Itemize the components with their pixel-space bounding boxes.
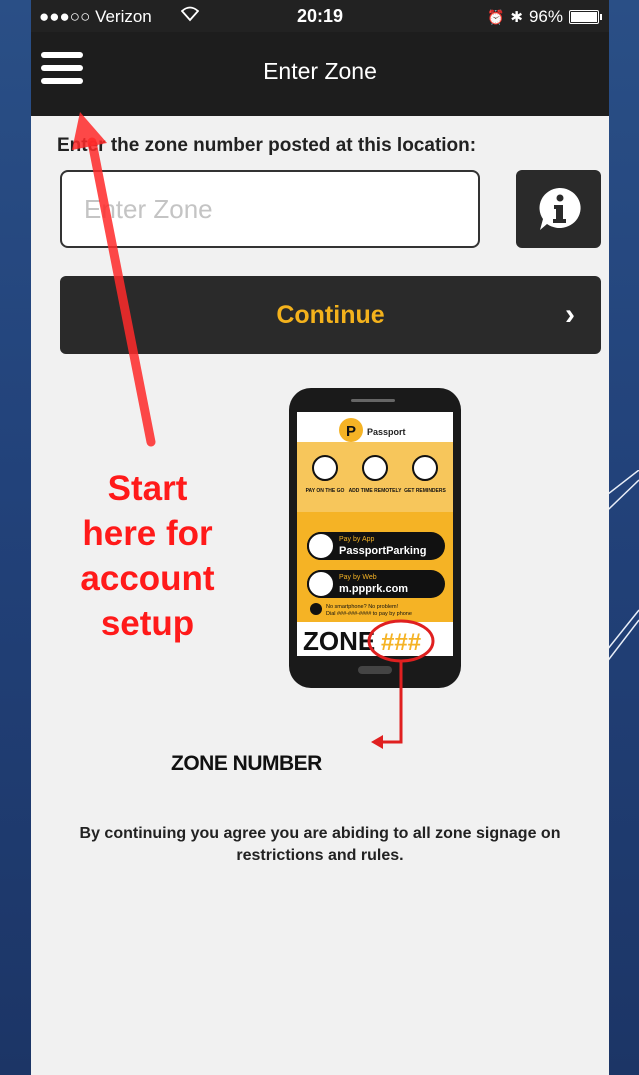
feature-2: ADD TIME REMOTELY xyxy=(349,488,403,494)
nav-bar: Enter Zone xyxy=(31,32,609,116)
feature-3: GET REMINDERS xyxy=(404,488,446,494)
phone-alert-icon xyxy=(412,455,438,481)
zone-number-label: ZONE NUMBER xyxy=(171,752,322,775)
battery-icon xyxy=(569,10,602,24)
annotation-line-3: account xyxy=(80,559,215,598)
annotation-line-2: here for xyxy=(82,514,213,553)
annotation-line-4: setup xyxy=(100,604,195,643)
annotation-text: Start here for account setup xyxy=(65,466,230,646)
chevron-right-icon: › xyxy=(565,298,575,331)
zone-word: ZONE xyxy=(303,626,375,656)
bluetooth-icon: ✱ xyxy=(510,9,523,26)
info-button[interactable] xyxy=(516,170,601,248)
help-line-1: No smartphone? No problem! xyxy=(326,604,399,610)
status-bar: ●●●○○ Verizon 20:19 ⏰ ✱ 96% xyxy=(31,0,609,32)
feature-1: PAY ON THE GO xyxy=(306,488,345,494)
help-line-2: Dial ###-###-#### to pay by phone xyxy=(326,611,412,617)
continue-label: Continue xyxy=(276,300,385,329)
zone-illustration: P Passport PAY ON THE GO ADD TIME REMOTE… xyxy=(289,388,461,749)
svg-text:P: P xyxy=(346,423,356,440)
pay-app-caption: Pay by App xyxy=(339,536,375,543)
pay-web-caption: Pay by Web xyxy=(339,574,377,581)
terms-disclaimer: By continuing you agree you are abiding … xyxy=(79,825,561,864)
walk-icon xyxy=(312,455,338,481)
zone-input[interactable] xyxy=(60,170,480,248)
pay-app-text: PassportParking xyxy=(339,545,426,557)
clock-icon xyxy=(362,455,388,481)
alarm-icon: ⏰ xyxy=(486,8,505,25)
continue-button[interactable]: Continue › xyxy=(60,276,601,354)
page-title: Enter Zone xyxy=(263,58,377,84)
annotation-line-1: Start xyxy=(107,469,188,508)
battery-percent: 96% xyxy=(528,7,563,26)
zone-prompt: Enter the zone number posted at this loc… xyxy=(57,135,477,156)
info-icon xyxy=(539,187,581,230)
zone-code: ### xyxy=(381,629,421,656)
brand-text: Passport xyxy=(367,427,406,437)
pay-web-text: m.ppprk.com xyxy=(339,583,408,595)
